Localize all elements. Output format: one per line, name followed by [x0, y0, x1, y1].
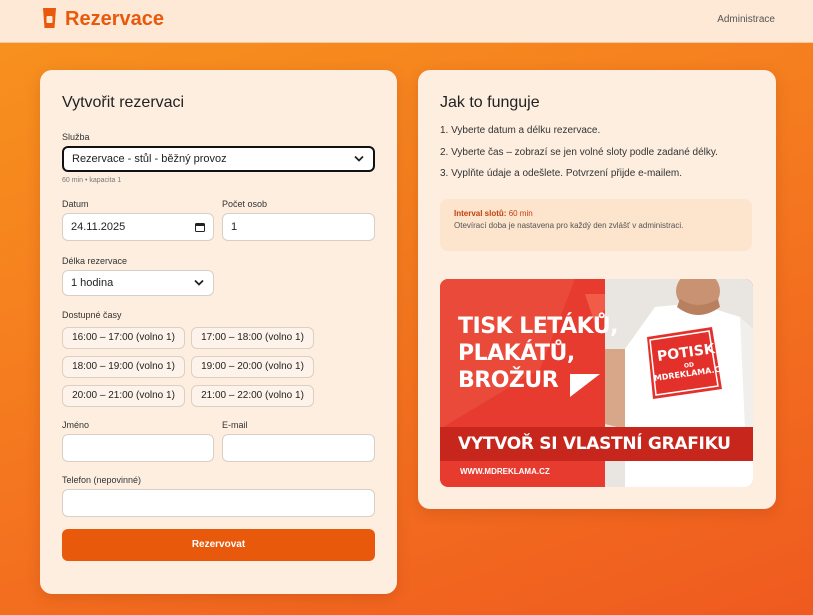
phone-label: Telefon (nepovinné)	[62, 475, 142, 485]
name-label: Jméno	[62, 420, 90, 430]
service-select-value: Rezervace - stůl - běžný provoz	[72, 153, 227, 165]
interval-note: Otevírací doba je nastavena pro každý de…	[454, 221, 684, 230]
admin-link[interactable]: Administrace	[717, 14, 775, 25]
calendar-icon[interactable]	[195, 222, 205, 232]
chevron-down-icon	[194, 279, 204, 286]
duration-select[interactable]: 1 hodina	[62, 270, 214, 296]
persons-input[interactable]: 1	[222, 213, 375, 241]
banner-url: WWW.MDREKLAMA.CZ	[460, 467, 550, 476]
banner-headline-line: TISK LETÁKŮ,	[458, 314, 619, 339]
date-label: Datum	[62, 199, 89, 209]
submit-reservation-button[interactable]: Rezervovat	[62, 529, 375, 561]
time-slot-button[interactable]: 21:00 – 22:00 (volno 1)	[191, 385, 314, 407]
interval-value: 60 min	[508, 209, 533, 218]
email-input[interactable]	[222, 434, 375, 462]
top-bar: Rezervace Administrace	[0, 0, 813, 43]
duration-label: Délka rezervace	[62, 256, 128, 266]
time-slot-button[interactable]: 16:00 – 17:00 (volno 1)	[62, 327, 185, 349]
phone-input[interactable]	[62, 489, 375, 517]
date-input-value: 24.11.2025	[71, 221, 126, 233]
howto-step: 1. Vyberte datum a délku rezervace.	[440, 125, 601, 136]
howto-steps: 1. Vyberte datum a délku rezervace. 2. V…	[440, 124, 718, 189]
email-label: E-mail	[222, 420, 248, 430]
time-slot-button[interactable]: 17:00 – 18:00 (volno 1)	[191, 327, 314, 349]
how-it-works-card: Jak to funguje 1. Vyberte datum a délku …	[418, 70, 776, 509]
service-hint: 60 min • kapacita 1	[62, 177, 122, 184]
advert-banner[interactable]: TISK LETÁKŮ, PLAKÁTŮ, BROŽUR POTISK OD M…	[440, 279, 753, 487]
howto-title: Jak to funguje	[440, 94, 540, 111]
banner-headline: TISK LETÁKŮ, PLAKÁTŮ, BROŽUR	[458, 313, 619, 394]
service-select[interactable]: Rezervace - stůl - běžný provoz	[62, 146, 375, 172]
time-slot-button[interactable]: 19:00 – 20:00 (volno 1)	[191, 356, 314, 378]
service-label: Služba	[62, 132, 90, 142]
chevron-down-icon	[354, 155, 364, 162]
interval-label: Interval slotů:	[454, 209, 507, 218]
time-slot-button[interactable]: 18:00 – 19:00 (volno 1)	[62, 356, 185, 378]
banner-cta: VYTVOŘ SI VLASTNÍ GRAFIKU	[458, 434, 731, 454]
banner-headline-line: PLAKÁTŮ,	[458, 341, 575, 366]
date-input[interactable]: 24.11.2025	[62, 213, 214, 241]
persons-input-value: 1	[231, 221, 238, 233]
duration-select-value: 1 hodina	[71, 277, 114, 289]
banner-headline-line: BROŽUR	[458, 368, 559, 393]
howto-step: 3. Vyplňte údaje a odešlete. Potvrzení p…	[440, 168, 682, 179]
persons-label: Počet osob	[222, 199, 268, 209]
cup-logo-icon	[43, 8, 56, 28]
brand-title[interactable]: Rezervace	[65, 8, 164, 31]
slot-interval-info: Interval slotů: 60 min Otevírací doba je…	[440, 199, 752, 251]
reservation-form-card: Vytvořit rezervaci Služba Rezervace - st…	[40, 70, 397, 594]
time-slot-button[interactable]: 20:00 – 21:00 (volno 1)	[62, 385, 185, 407]
form-title: Vytvořit rezervaci	[62, 94, 185, 111]
slots-label: Dostupné časy	[62, 310, 122, 320]
howto-step: 2. Vyberte čas – zobrazí se jen volné sl…	[440, 146, 718, 158]
name-input[interactable]	[62, 434, 214, 462]
interval-line: Interval slotů: 60 min	[454, 209, 738, 218]
